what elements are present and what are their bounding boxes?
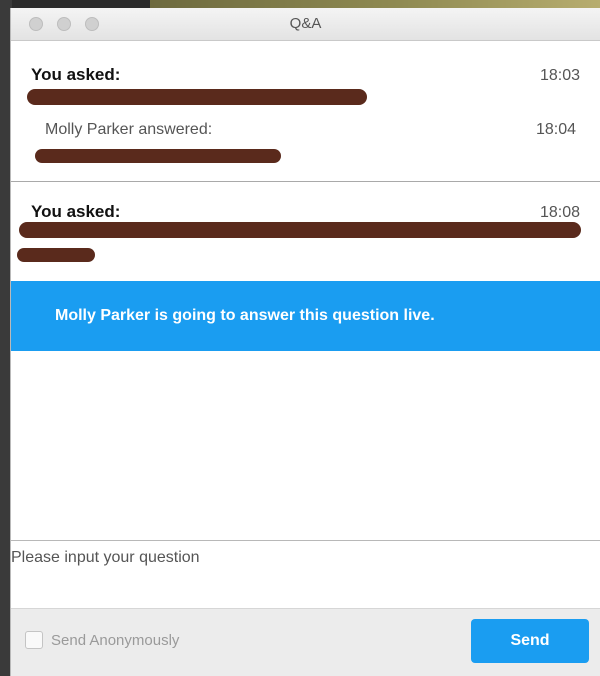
- answered-label: Molly Parker answered:: [45, 121, 213, 138]
- answered-time: 18:04: [535, 121, 576, 138]
- live-answer-banner: Molly Parker is going to answer this que…: [11, 281, 600, 351]
- question-input[interactable]: [11, 541, 600, 608]
- asked-label: You asked:: [31, 202, 121, 221]
- redacted-question-text: [17, 248, 95, 262]
- send-anonymously-toggle[interactable]: Send Anonymously: [25, 631, 179, 649]
- anonymous-checkbox[interactable]: [25, 631, 43, 649]
- redacted-question-text: [19, 222, 581, 238]
- send-button[interactable]: Send: [471, 619, 589, 663]
- asked-time: 18:08: [539, 204, 580, 221]
- footer-bar: Send Anonymously Send: [11, 608, 600, 676]
- qa-window: Q&A You asked: 18:03 Molly Parker answer…: [10, 8, 600, 676]
- question-item: You asked: 18:08: [11, 182, 600, 282]
- qa-list: You asked: 18:03 Molly Parker answered: …: [11, 41, 600, 541]
- redacted-question-text: [27, 89, 367, 105]
- asked-time: 18:03: [539, 67, 580, 84]
- question-item: You asked: 18:03 Molly Parker answered: …: [11, 41, 600, 182]
- redacted-answer-text: [35, 149, 281, 163]
- question-input-area[interactable]: [11, 540, 600, 608]
- asked-label: You asked:: [31, 65, 121, 84]
- anonymous-label: Send Anonymously: [51, 631, 180, 649]
- window-title: Q&A: [289, 15, 322, 32]
- title-bar[interactable]: Q&A: [11, 8, 600, 41]
